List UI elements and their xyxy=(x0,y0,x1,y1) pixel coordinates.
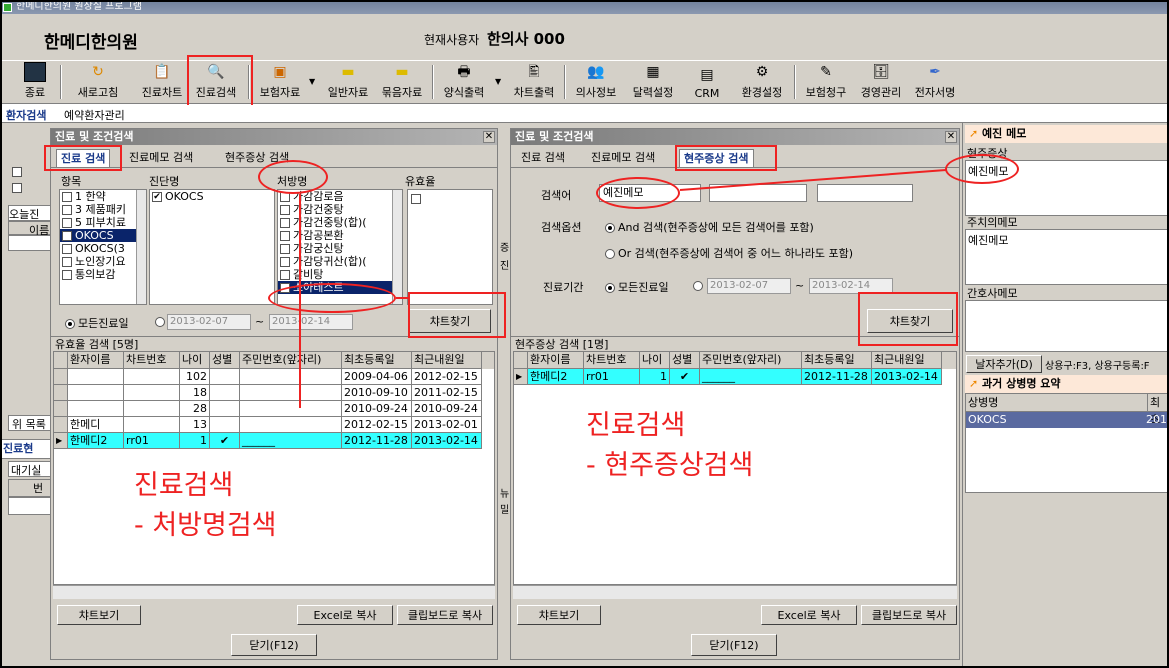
annotation-note-right: 진료검색 - 현주증상검색 xyxy=(572,398,880,496)
annotation-lines xyxy=(299,169,947,408)
annotation-note-left: 진료검색 - 처방명검색 xyxy=(120,458,388,546)
annotation-line xyxy=(679,169,947,191)
